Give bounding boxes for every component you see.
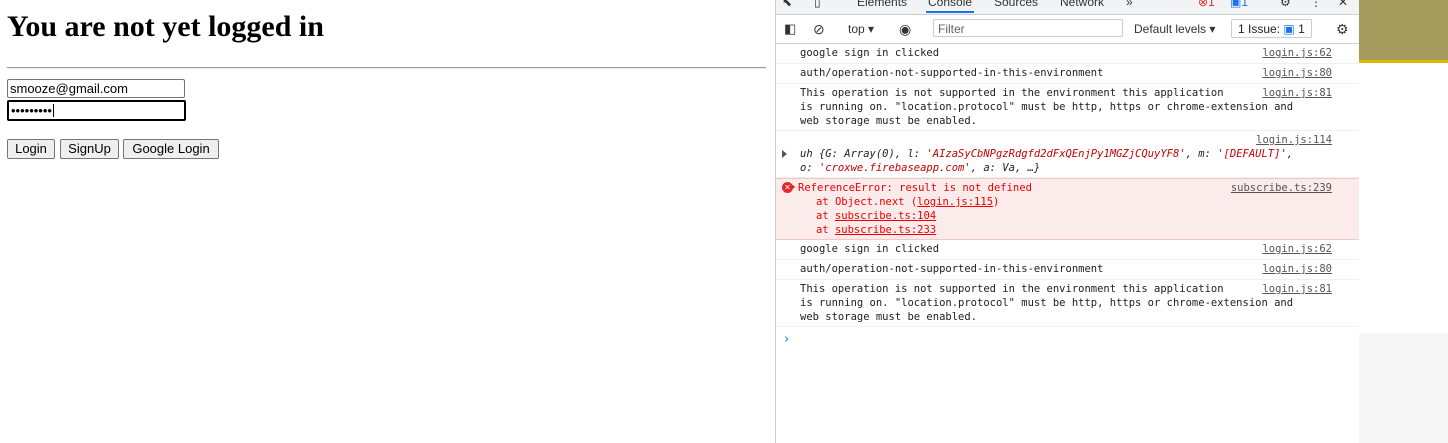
console-message: google sign in clicked login.js:62	[776, 44, 1360, 64]
context-value: top	[848, 22, 865, 36]
password-field[interactable]: •••••••••	[7, 100, 186, 121]
expand-triangle-icon[interactable]	[782, 150, 787, 158]
object-suffix: , a: Va, …}	[970, 162, 1041, 174]
close-icon[interactable]: ✕	[1338, 0, 1348, 9]
issues-button[interactable]: 1 Issue: ▣ 1	[1231, 19, 1312, 38]
console-settings-icon[interactable]: ⚙	[1336, 15, 1349, 43]
message-badge[interactable]: ▣1	[1230, 0, 1248, 9]
issue-icon: ▣	[1283, 22, 1295, 36]
object-preview[interactable]: uh {G: Array(0), l: 'AIzaSyCbNPgzRdgfd2d…	[780, 147, 1360, 175]
background-window-header	[1359, 0, 1448, 60]
console-messages: google sign in clicked login.js:62 auth/…	[776, 44, 1360, 327]
console-prompt-icon[interactable]: ›	[784, 332, 789, 347]
error-count: 1	[1208, 0, 1215, 9]
object-prefix: uh {G: Array(0), l:	[800, 148, 927, 160]
object-key-m: , m:	[1185, 148, 1218, 160]
message-source-link[interactable]: login.js:114	[1256, 133, 1332, 147]
login-button[interactable]: Login	[7, 139, 55, 159]
error-badge[interactable]: ⊗1	[1198, 0, 1215, 9]
console-message: auth/operation-not-supported-in-this-env…	[776, 260, 1360, 280]
tab-console[interactable]: Console	[926, 0, 975, 13]
message-count: 1	[1241, 0, 1249, 9]
message-source-link[interactable]: login.js:62	[1262, 46, 1332, 60]
log-levels-value: Default levels	[1134, 22, 1207, 36]
eye-icon[interactable]: ◉	[899, 15, 911, 43]
device-toolbar-icon[interactable]: ▯	[814, 0, 821, 9]
filter-input[interactable]: Filter	[933, 19, 1123, 37]
stack-frame-link[interactable]: subscribe.ts:233	[835, 224, 936, 236]
message-source-link[interactable]: login.js:80	[1262, 66, 1332, 80]
console-message: google sign in clicked login.js:62	[776, 240, 1360, 260]
inspect-icon[interactable]: ⬉	[782, 0, 792, 9]
object-value-o: 'croxwe.firebaseapp.com'	[818, 162, 971, 174]
password-value: •••••••••	[11, 103, 52, 118]
error-badge-icon: ⊗	[1198, 0, 1209, 9]
log-levels-select[interactable]: Default levels ▾	[1134, 15, 1215, 43]
divider	[7, 67, 766, 69]
console-message: auth/operation-not-supported-in-this-env…	[776, 64, 1360, 84]
stack-frame-label: at Object.next (	[816, 196, 918, 208]
tab-elements[interactable]: Elements	[857, 0, 907, 9]
console-message: This operation is not supported in the e…	[776, 280, 1360, 327]
object-key-o: o:	[800, 162, 819, 174]
page-title: You are not yet logged in	[7, 10, 324, 43]
message-source-link[interactable]: subscribe.ts:239	[1231, 181, 1332, 195]
console-message: This operation is not supported in the e…	[776, 84, 1360, 131]
stack-frame-link[interactable]: subscribe.ts:104	[835, 210, 936, 222]
issues-label: 1 Issue:	[1238, 22, 1281, 36]
object-comma: ,	[1286, 148, 1294, 160]
console-object-message: login.js:114 uh {G: Array(0), l: 'AIzaSy…	[776, 131, 1360, 178]
more-tabs-button[interactable]: »	[1126, 0, 1133, 9]
clear-console-icon[interactable]: ⊘	[813, 15, 825, 43]
text-caret	[52, 104, 54, 117]
stack-frame: at subscribe.ts:233	[800, 223, 1360, 237]
stack-frame-close: )	[993, 196, 1000, 208]
error-icon: ✕	[782, 182, 793, 193]
stack-frame: at Object.next (login.js:115)	[800, 195, 1360, 209]
message-source-link[interactable]: login.js:81	[1262, 282, 1332, 296]
background-window-body	[1359, 63, 1448, 333]
stack-frame-label: at	[816, 210, 835, 222]
stack-frame-label: at	[816, 224, 835, 236]
devtools-tabbar: ⬉ ▯ Elements Console Sources Network » ⊗…	[776, 0, 1360, 15]
message-source-link[interactable]: login.js:81	[1262, 86, 1332, 100]
kebab-menu-icon[interactable]: ⋮	[1310, 0, 1322, 9]
background-window	[1359, 0, 1448, 443]
message-badge-icon: ▣	[1230, 0, 1242, 9]
sidebar-toggle-icon[interactable]: ◧	[784, 15, 796, 43]
tab-network[interactable]: Network	[1060, 0, 1104, 9]
object-value-l: 'AIzaSyCbNPgzRdgfd2dFxQEnjPy1MGZjCQuyYF8…	[926, 148, 1186, 160]
google-login-button[interactable]: Google Login	[123, 139, 219, 159]
object-value-m: '[DEFAULT]'	[1217, 148, 1287, 160]
stack-frame-link[interactable]: login.js:115	[917, 196, 993, 208]
message-source-link[interactable]: login.js:80	[1262, 262, 1332, 276]
devtools-panel: ⬉ ▯ Elements Console Sources Network » ⊗…	[775, 0, 1360, 443]
message-source-link[interactable]: login.js:62	[1262, 242, 1332, 256]
issues-count: 1	[1298, 22, 1305, 36]
tab-sources[interactable]: Sources	[994, 0, 1038, 9]
console-toolbar: ◧ ⊘ top ▾ ◉ Filter Default levels ▾ 1 Is…	[776, 15, 1360, 44]
settings-icon[interactable]: ⚙	[1280, 0, 1291, 9]
error-message: ReferenceError: result is not defined	[798, 182, 1032, 194]
web-page: You are not yet logged in smooze@gmail.c…	[0, 0, 775, 443]
signup-button[interactable]: SignUp	[60, 139, 119, 159]
context-select[interactable]: top ▾	[848, 15, 874, 43]
stack-frame: at subscribe.ts:104	[800, 209, 1360, 223]
console-error-message: ✕ ReferenceError: result is not defined …	[776, 178, 1360, 240]
email-field[interactable]: smooze@gmail.com	[7, 79, 185, 98]
